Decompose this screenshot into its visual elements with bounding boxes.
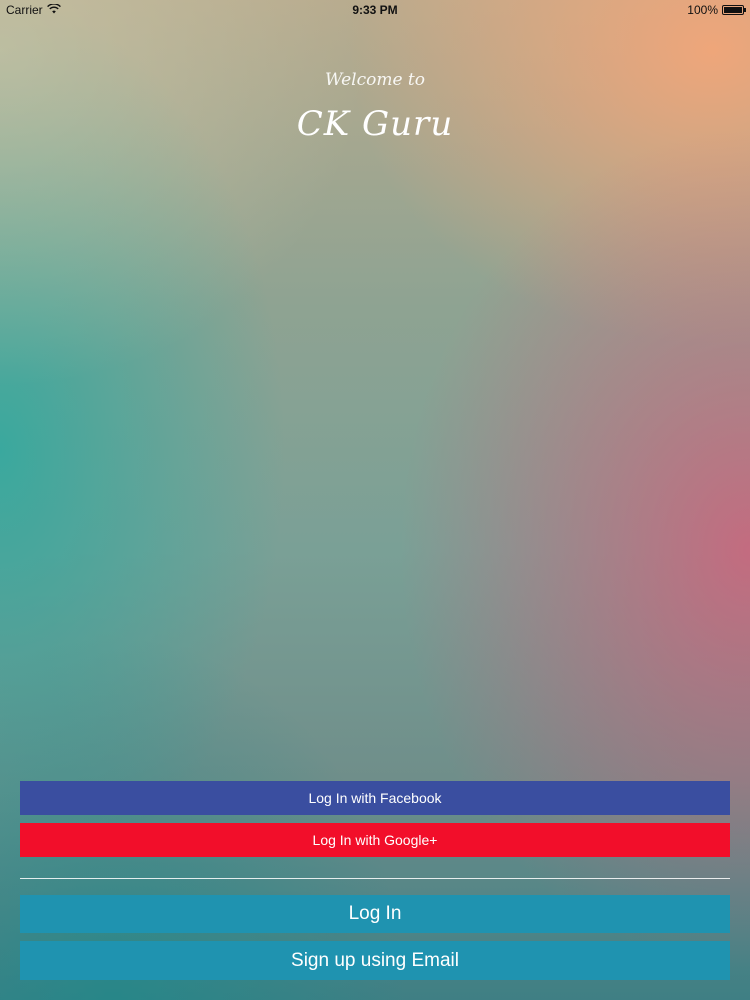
- status-bar: Carrier 9:33 PM 100%: [0, 0, 750, 20]
- battery-icon: [722, 5, 746, 15]
- facebook-login-label: Log In with Facebook: [308, 790, 442, 806]
- signup-email-button[interactable]: Sign up using Email: [20, 941, 730, 980]
- google-login-label: Log In with Google+: [312, 832, 438, 848]
- signup-email-label: Sign up using Email: [291, 949, 459, 971]
- facebook-login-button[interactable]: Log In with Facebook: [20, 781, 730, 815]
- battery-percent: 100%: [687, 3, 718, 17]
- login-label: Log In: [348, 903, 402, 924]
- welcome-text: Welcome to: [325, 70, 425, 90]
- divider: [20, 878, 730, 879]
- status-time: 9:33 PM: [352, 3, 398, 17]
- app-name-title: CK Guru: [296, 104, 454, 144]
- login-button[interactable]: Log In: [20, 895, 730, 933]
- status-right: 100%: [687, 3, 746, 17]
- google-login-button[interactable]: Log In with Google+: [20, 823, 730, 857]
